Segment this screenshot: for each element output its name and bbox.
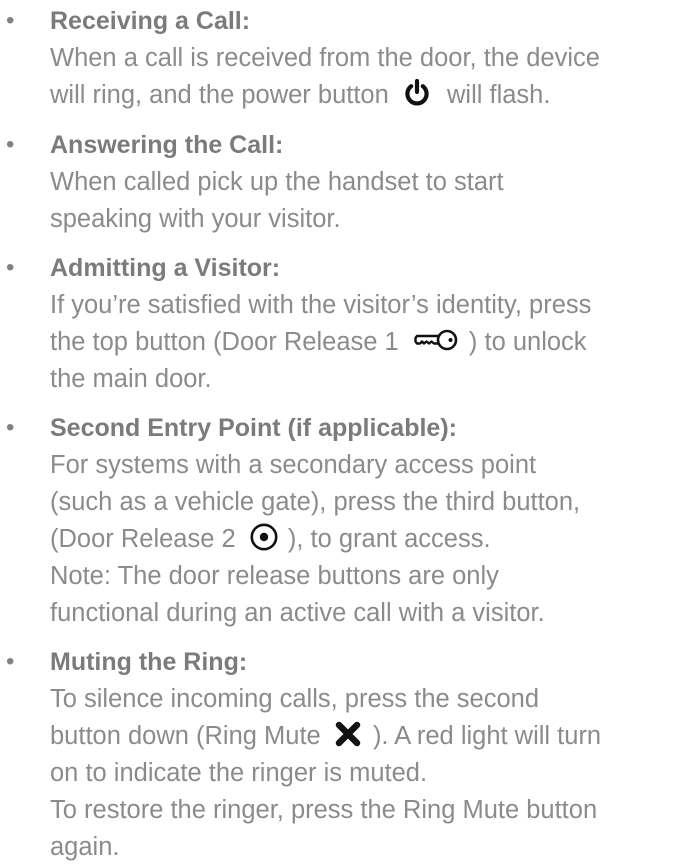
heading-admitting-visitor: Admitting a Visitor: bbox=[50, 254, 281, 282]
target-icon bbox=[249, 522, 279, 552]
text-segment: ). A red light will turn bbox=[372, 722, 602, 750]
power-icon bbox=[402, 78, 432, 108]
text-line: To silence incoming calls, press the sec… bbox=[50, 685, 539, 713]
heading-muting-ring: Muting the Ring: bbox=[50, 648, 248, 676]
key-icon bbox=[414, 328, 458, 352]
text-segment: ), to grant access. bbox=[287, 525, 491, 553]
text-line: again. bbox=[50, 833, 120, 861]
list-item-body: Second Entry Point (if applicable): For … bbox=[50, 409, 687, 632]
text-segment: will flash. bbox=[446, 81, 551, 109]
bullet: • bbox=[6, 7, 15, 34]
list-item-body: Answering the Call: When called pick up … bbox=[50, 126, 687, 238]
text-line: will ring, and the power button will fla… bbox=[50, 77, 687, 114]
text-segment: the top button (Door Release 1 bbox=[50, 328, 399, 356]
text-line: If you’re satisfied with the visitor’s i… bbox=[50, 291, 592, 319]
text-segment: will ring, and the power button bbox=[50, 81, 389, 109]
x-icon bbox=[334, 720, 362, 748]
heading-answering-call: Answering the Call: bbox=[50, 131, 284, 159]
text-line: the top button (Door Release 1 ) to unlo… bbox=[50, 324, 687, 361]
text-line: For systems with a secondary access poin… bbox=[50, 451, 537, 479]
text-line: speaking with your visitor. bbox=[50, 205, 341, 233]
list-item-body: Admitting a Visitor: If you’re satisfied… bbox=[50, 249, 687, 398]
bullet: • bbox=[6, 131, 15, 158]
text-line: on to indicate the ringer is muted. bbox=[50, 759, 428, 787]
heading-receiving-call: Receiving a Call: bbox=[50, 7, 251, 35]
list-item-body: Muting the Ring: To silence incoming cal… bbox=[50, 643, 687, 866]
text-segment: ) to unlock bbox=[468, 328, 587, 356]
heading-second-entry: Second Entry Point (if applicable): bbox=[50, 414, 457, 442]
text-line: functional during an active call with a … bbox=[50, 599, 545, 627]
text-line: (such as a vehicle gate), press the thir… bbox=[50, 488, 581, 516]
text-segment: (Door Release 2 bbox=[50, 525, 236, 553]
text-line: button down (Ring Mute ). A red light wi… bbox=[50, 718, 687, 755]
text-line: When a call is received from the door, t… bbox=[50, 44, 600, 72]
text-line: Note: The door release buttons are only bbox=[50, 562, 499, 590]
text-segment: button down (Ring Mute bbox=[50, 722, 321, 750]
text-line: To restore the ringer, press the Ring Mu… bbox=[50, 796, 598, 824]
text-line: the main door. bbox=[50, 365, 212, 393]
text-line: (Door Release 2 ), to grant access. bbox=[50, 521, 687, 558]
bullet: • bbox=[6, 254, 15, 281]
text-line: When called pick up the handset to start bbox=[50, 168, 504, 196]
bullet: • bbox=[6, 414, 15, 441]
bullet: • bbox=[6, 648, 15, 675]
list-item-body: Receiving a Call: When a call is receive… bbox=[50, 2, 687, 114]
